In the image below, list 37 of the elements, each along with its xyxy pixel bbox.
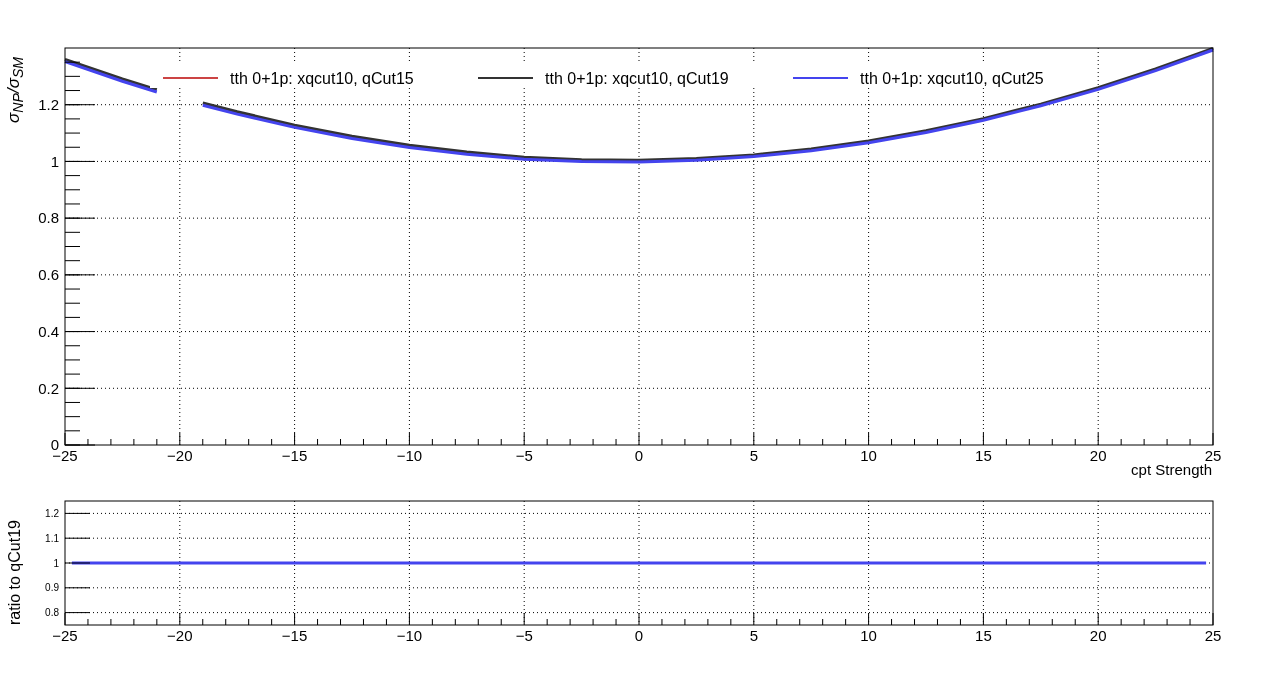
tick-label: 0: [634, 447, 644, 464]
tick-label: 0.8: [38, 209, 59, 227]
tick-label: −15: [281, 627, 308, 644]
tick-label: 0.6: [38, 266, 59, 284]
tick-label: 1: [53, 557, 59, 569]
tick-label: 15: [975, 627, 992, 644]
tick-label: 1.2: [45, 507, 59, 519]
axis-title: ratio to qCut19: [6, 519, 24, 628]
tick-label: −5: [515, 447, 533, 464]
tick-label: 20: [1089, 627, 1107, 644]
tick-label: −20: [167, 627, 193, 644]
legend-label: tth 0+1p: xqcut10, qCut15: [230, 70, 414, 87]
tick-label: 0: [634, 627, 644, 644]
tick-label: 1.2: [38, 95, 59, 113]
tick-label: 0.9: [45, 582, 59, 594]
legend-label: tth 0+1p: xqcut10, qCut25: [860, 70, 1044, 87]
legend-label: tth 0+1p: xqcut10, qCut19: [545, 70, 729, 87]
tick-label: 0.2: [38, 379, 59, 397]
tick-label: 10: [860, 447, 877, 464]
tick-label: 0.8: [45, 607, 59, 619]
tick-label: −5: [515, 627, 533, 644]
tick-label: 1: [50, 152, 59, 170]
axis-title: cpt Strength: [1131, 461, 1212, 478]
tick-label: 20: [1089, 447, 1107, 464]
tick-label: 5: [749, 447, 758, 464]
tick-label: −10: [396, 447, 423, 464]
tick-label: −15: [281, 447, 308, 464]
tick-label: 25: [1204, 447, 1222, 464]
tick-label: −20: [167, 447, 193, 464]
tick-label: 1.1: [45, 532, 59, 544]
tick-label: −10: [396, 627, 423, 644]
tick-label: 10: [860, 627, 877, 644]
tick-label: 25: [1204, 627, 1222, 644]
tick-label: 5: [749, 627, 758, 644]
tick-label: 15: [975, 447, 992, 464]
tick-label: −25: [52, 627, 78, 644]
tick-label: 0.4: [38, 322, 59, 340]
